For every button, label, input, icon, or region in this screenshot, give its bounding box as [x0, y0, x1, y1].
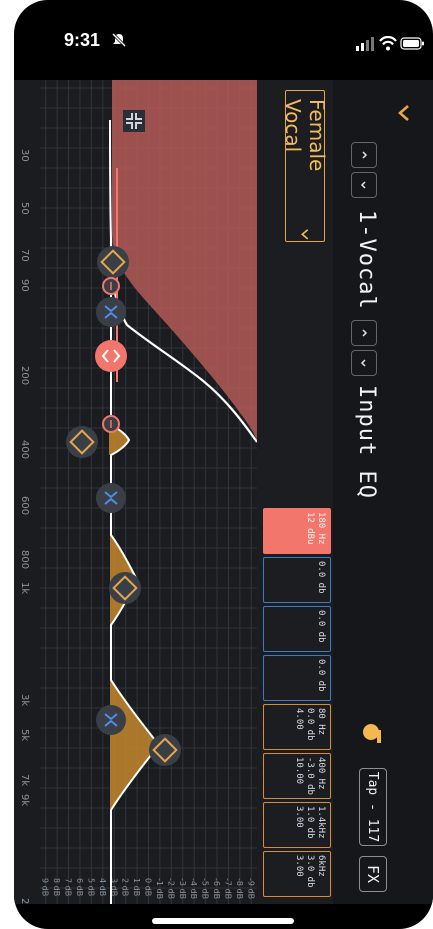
previous-section-button[interactable] — [351, 320, 377, 346]
signal-icon — [356, 37, 374, 51]
channel-name: 1-Vocal — [354, 210, 379, 310]
preset-dropdown[interactable]: Female Vocal — [281, 90, 329, 242]
band-freq: 400 Hz — [316, 757, 326, 790]
header-bar: 1-Vocal Input EQ Tap - 117 FX — [333, 80, 433, 904]
handle-band-400hz[interactable] — [66, 426, 98, 458]
tap-tempo-icon[interactable] — [361, 720, 385, 744]
eq-graph[interactable]: 9 dB 8 dB 7 dB 6 dB 5 dB 4 dB 3 dB 2 dB 1 dB 0 dB… — [14, 80, 258, 917]
silent-mode-icon — [111, 32, 127, 48]
band-freq: 180 Hz — [316, 512, 326, 545]
band-q: 4.00 — [294, 708, 304, 730]
eq-handles — [66, 246, 181, 766]
band-freq: 6kHz — [316, 855, 326, 877]
band-gain: 0.0 db — [316, 561, 326, 594]
band-7[interactable]: 6kHz 3.0 db 3.00 — [263, 851, 331, 897]
band-gain: 0.0 db — [316, 659, 326, 692]
next-section-button[interactable] — [351, 350, 377, 376]
band-3[interactable]: 0.0 db — [263, 655, 331, 701]
battery-icon — [400, 37, 424, 50]
handle-band-80hz[interactable] — [97, 246, 129, 278]
band-1[interactable]: 0.0 db — [263, 557, 331, 603]
status-icons — [356, 35, 426, 56]
band-q: 10.00 — [294, 757, 304, 785]
handle-band-3[interactable] — [96, 705, 126, 735]
home-indicator[interactable] — [152, 918, 294, 924]
preset-name: Female Vocal — [281, 99, 329, 172]
band-gain: 1.0 db — [305, 806, 315, 839]
band-5[interactable]: 400 Hz -3.0 db 10.00 — [263, 753, 331, 799]
phone-frame: 9:31 1-Vocal Input EQ Tap - 117 FX Femal… — [14, 0, 433, 929]
handle-band-6k[interactable] — [149, 734, 181, 766]
band-q: 3.00 — [294, 806, 304, 828]
compress-icon[interactable] — [123, 110, 145, 132]
handle-hpf[interactable] — [95, 340, 127, 372]
status-time: 9:31 — [64, 30, 101, 50]
band-2[interactable]: 0.0 db — [263, 606, 331, 652]
tap-tempo-button[interactable]: Tap - 117 — [359, 768, 387, 846]
up-chevron-icon — [362, 151, 368, 159]
band-gain: 3.0 db — [305, 855, 315, 888]
band-q: 3.00 — [294, 855, 304, 877]
band-gain: 0.0 db — [316, 610, 326, 643]
band-4[interactable]: 80 Hz 0.0 db 4.00 — [263, 704, 331, 750]
band-gain: -3.0 db — [305, 757, 315, 795]
section-title: Input EQ — [354, 385, 379, 499]
band-freq: 1.4kHz — [316, 806, 326, 839]
previous-channel-button[interactable] — [351, 142, 377, 168]
eq-app: 1-Vocal Input EQ Tap - 117 FX Female Voc… — [14, 80, 433, 917]
handle-band-1k4[interactable] — [109, 572, 141, 604]
band-gain: 12 dBu — [305, 512, 315, 545]
wifi-icon — [379, 35, 397, 51]
handle-band-1[interactable] — [96, 297, 126, 327]
collapse-icon[interactable] — [391, 100, 417, 126]
handle-band-2[interactable] — [96, 483, 126, 513]
band-freq: 80 Hz — [316, 708, 326, 736]
fx-button[interactable]: FX — [359, 856, 387, 892]
down-chevron-icon — [360, 181, 366, 189]
band-gain: 0.0 db — [305, 708, 315, 741]
handle-hpf-slope-bottom[interactable] — [102, 415, 120, 433]
down-chevron-icon — [360, 359, 366, 367]
rotated-eq-panel: 1-Vocal Input EQ Tap - 117 FX Female Voc… — [14, 80, 433, 917]
up-chevron-icon — [362, 329, 368, 337]
chevron-down-icon — [301, 229, 309, 240]
handle-hpf-slope-top[interactable] — [102, 277, 120, 295]
band-6[interactable]: 1.4kHz 1.0 db 3.00 — [263, 802, 331, 848]
next-channel-button[interactable] — [351, 172, 377, 198]
band-row: Female Vocal 180 Hz 12 dBu 0.0 db 0.0 db… — [257, 80, 333, 904]
band-hpf[interactable]: 180 Hz 12 dBu — [263, 508, 331, 554]
